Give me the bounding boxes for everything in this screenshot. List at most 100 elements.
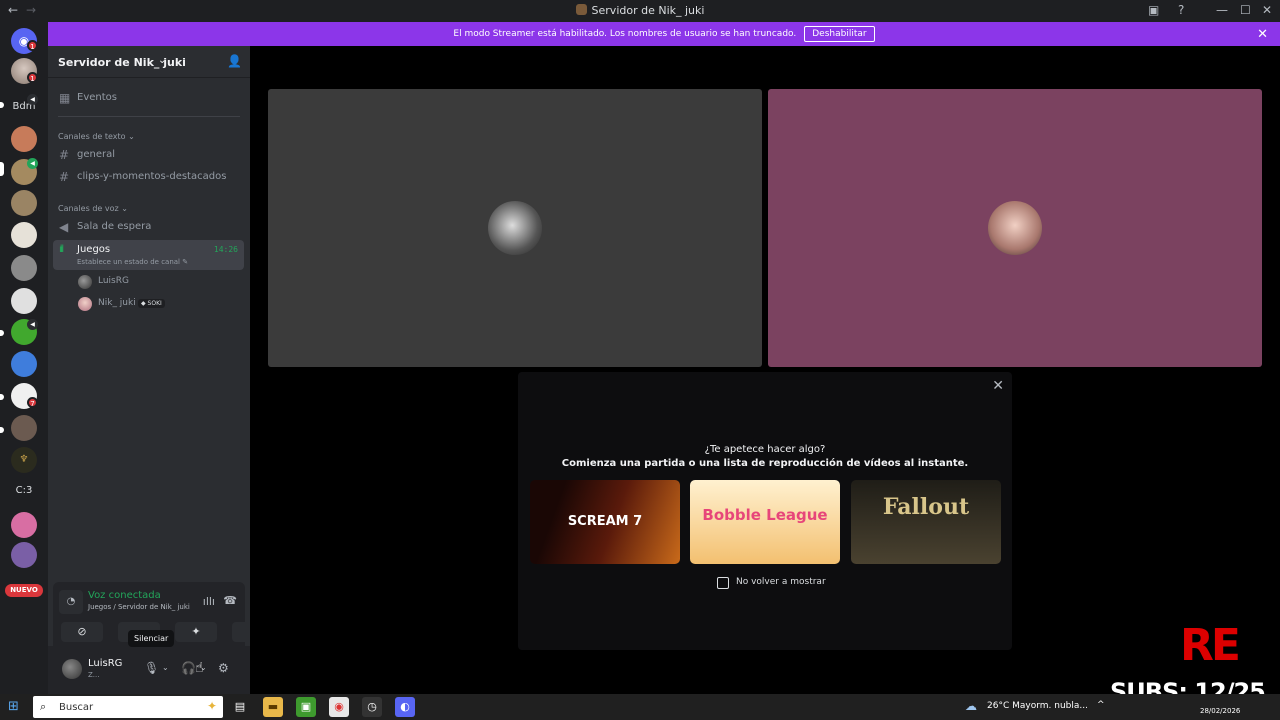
channel-label: Juegos	[77, 244, 111, 255]
username[interactable]: LuisRG	[88, 658, 122, 669]
unread-pip	[0, 394, 4, 400]
banner-close-icon[interactable]: ✕	[1257, 27, 1268, 42]
game-title: Bobble League	[702, 506, 828, 524]
mute-tooltip: Silenciar	[128, 630, 175, 647]
headphones-icon[interactable]: 🎧	[181, 661, 196, 675]
clock-app-icon[interactable]: ◷	[362, 697, 382, 717]
voice-wave-icon: ılıl	[59, 244, 64, 255]
taskbar-date[interactable]: 28/02/2026	[1200, 707, 1240, 715]
voice-user-name: Nik_ juki	[98, 298, 136, 308]
game-card-scream[interactable]: SCREAM 7	[530, 480, 680, 564]
dont-show-checkbox[interactable]	[717, 577, 729, 589]
server-shizzz[interactable]	[11, 512, 37, 538]
tray-expand-icon[interactable]: ^	[1097, 700, 1105, 710]
voice-connected-title[interactable]: Voz conectada	[88, 590, 161, 601]
channel-waiting-room[interactable]: ◀ Sala de espera	[53, 217, 244, 237]
channel-status-text: Establece un estado de canal	[77, 258, 181, 266]
minecraft-icon[interactable]: ▣	[296, 697, 316, 717]
server-anime[interactable]	[11, 126, 37, 152]
file-explorer-icon[interactable]: ▬	[263, 697, 283, 717]
calendar-icon: ▦	[59, 91, 71, 105]
taskbar-search[interactable]: ⌕ Buscar ✦	[33, 696, 223, 718]
voice-active-icon: ◀	[27, 158, 38, 169]
maximize-button[interactable]: ☐	[1240, 3, 1251, 17]
speaker-icon: ◀	[27, 94, 38, 105]
unread-pip	[0, 427, 4, 433]
discord-taskbar-icon[interactable]: ◐	[395, 697, 415, 717]
disable-streamer-button[interactable]: Deshabilitar	[804, 26, 875, 42]
call-timer: 14:26	[213, 245, 238, 254]
user-tag-text: SOKI	[147, 300, 162, 307]
server-bird[interactable]	[11, 288, 37, 314]
hash-icon: #	[59, 148, 70, 162]
active-pip	[0, 162, 4, 176]
unread-pip	[0, 102, 4, 108]
participant-tile-nikjuki[interactable]	[768, 89, 1262, 367]
server-name: Servidor de Nik_ juki	[58, 56, 186, 69]
server-favicon-icon	[575, 4, 587, 15]
divider	[58, 116, 240, 117]
search-icon: ⌕	[40, 700, 47, 713]
text-category-label: Canales de texto	[58, 132, 126, 141]
server-c3[interactable]: C:3	[9, 485, 39, 496]
close-icon[interactable]: ✕	[992, 378, 1004, 394]
window-titlebar: ← → Servidor de Nik_ juki ▣ ? — ☐ ✕	[0, 0, 1280, 22]
activity-button[interactable]: ✦	[175, 622, 217, 642]
add-member-icon[interactable]: 👤	[227, 54, 242, 68]
channel-label: general	[77, 149, 116, 160]
noise-suppression-icon[interactable]: ıllı	[203, 595, 215, 608]
unread-pip	[0, 330, 4, 336]
chrome-icon[interactable]: ◉	[329, 697, 349, 717]
events-item[interactable]: ▦ Eventos	[53, 88, 244, 108]
activity-subtitle: Comienza una partida o una lista de repr…	[561, 458, 969, 469]
windows-start-icon[interactable]: ⊞	[8, 699, 19, 714]
inbox-icon[interactable]: ▣	[1148, 3, 1159, 17]
game-card-fallout[interactable]: Fallout	[851, 480, 1001, 564]
participant-tile-luisrg[interactable]	[268, 89, 762, 367]
server-header[interactable]: Servidor de Nik_ juki ⌄ 👤	[48, 46, 250, 78]
avatar[interactable]	[62, 659, 82, 679]
camera-off-button[interactable]: ⊘	[61, 622, 103, 642]
voice-user[interactable]: Nik_ juki ◆ SOKI	[78, 296, 238, 312]
channel-clips[interactable]: # clips-y-momentos-destacados	[53, 167, 244, 187]
chevron-down-icon[interactable]: ⌄	[162, 663, 169, 672]
game-card-bobble-league[interactable]: Bobble League	[690, 480, 840, 564]
disconnect-icon[interactable]: ☎	[223, 594, 237, 607]
channel-juegos[interactable]: ılıl Juegos 14:26 Establece un estado de…	[53, 240, 244, 270]
new-badge[interactable]: NUEVO	[5, 584, 43, 597]
search-placeholder: Buscar	[59, 702, 94, 713]
server-gray-cat[interactable]	[11, 255, 37, 281]
weather-text[interactable]: 26°C Mayorm. nubla...	[987, 701, 1088, 711]
user-status: Z...	[88, 671, 100, 679]
server-white-cat[interactable]	[11, 222, 37, 248]
speaker-icon: ◀	[27, 319, 38, 330]
help-icon[interactable]: ?	[1178, 3, 1184, 17]
minimize-button[interactable]: —	[1216, 3, 1228, 17]
voice-category[interactable]: Canales de voz ⌄	[58, 204, 128, 213]
channel-status-link[interactable]: Establece un estado de canal ✎	[77, 258, 188, 266]
settings-gear-icon[interactable]: ⚙	[218, 661, 229, 675]
watermark-logo: RE	[1180, 620, 1241, 671]
channel-label: Sala de espera	[77, 221, 152, 232]
task-view-icon[interactable]: ▤	[230, 697, 250, 717]
voice-category-label: Canales de voz	[58, 204, 119, 213]
server-girl[interactable]	[11, 542, 37, 568]
streamer-mode-banner: El modo Streamer está habilitado. Los no…	[48, 22, 1280, 46]
signal-icon[interactable]: ◔	[59, 590, 83, 614]
cloud-icon[interactable]: ☁	[965, 699, 977, 713]
notification-badge: 7	[27, 397, 38, 408]
server-crest[interactable]: ♆	[11, 447, 37, 473]
game-title: Fallout	[882, 494, 970, 520]
voice-user[interactable]: LuisRG	[78, 274, 238, 290]
server-picture[interactable]	[11, 190, 37, 216]
close-window-button[interactable]: ✕	[1262, 3, 1272, 17]
mouse-cursor-icon: ☝	[195, 660, 204, 676]
channel-label: clips-y-momentos-destacados	[77, 171, 227, 182]
channel-general[interactable]: # general	[53, 145, 244, 165]
text-category[interactable]: Canales de texto ⌄	[58, 132, 135, 141]
channel-sidebar: Servidor de Nik_ juki ⌄ 👤 ▦ Eventos Cana…	[48, 46, 274, 694]
microphone-icon[interactable]: 🎙	[144, 661, 159, 675]
server-game[interactable]	[11, 351, 37, 377]
server-art[interactable]	[11, 415, 37, 441]
server-rail: ◉ 1 1 Bdm ◀ ◀ ◀ 7 ♆ C:3 NUEVO	[0, 22, 48, 694]
